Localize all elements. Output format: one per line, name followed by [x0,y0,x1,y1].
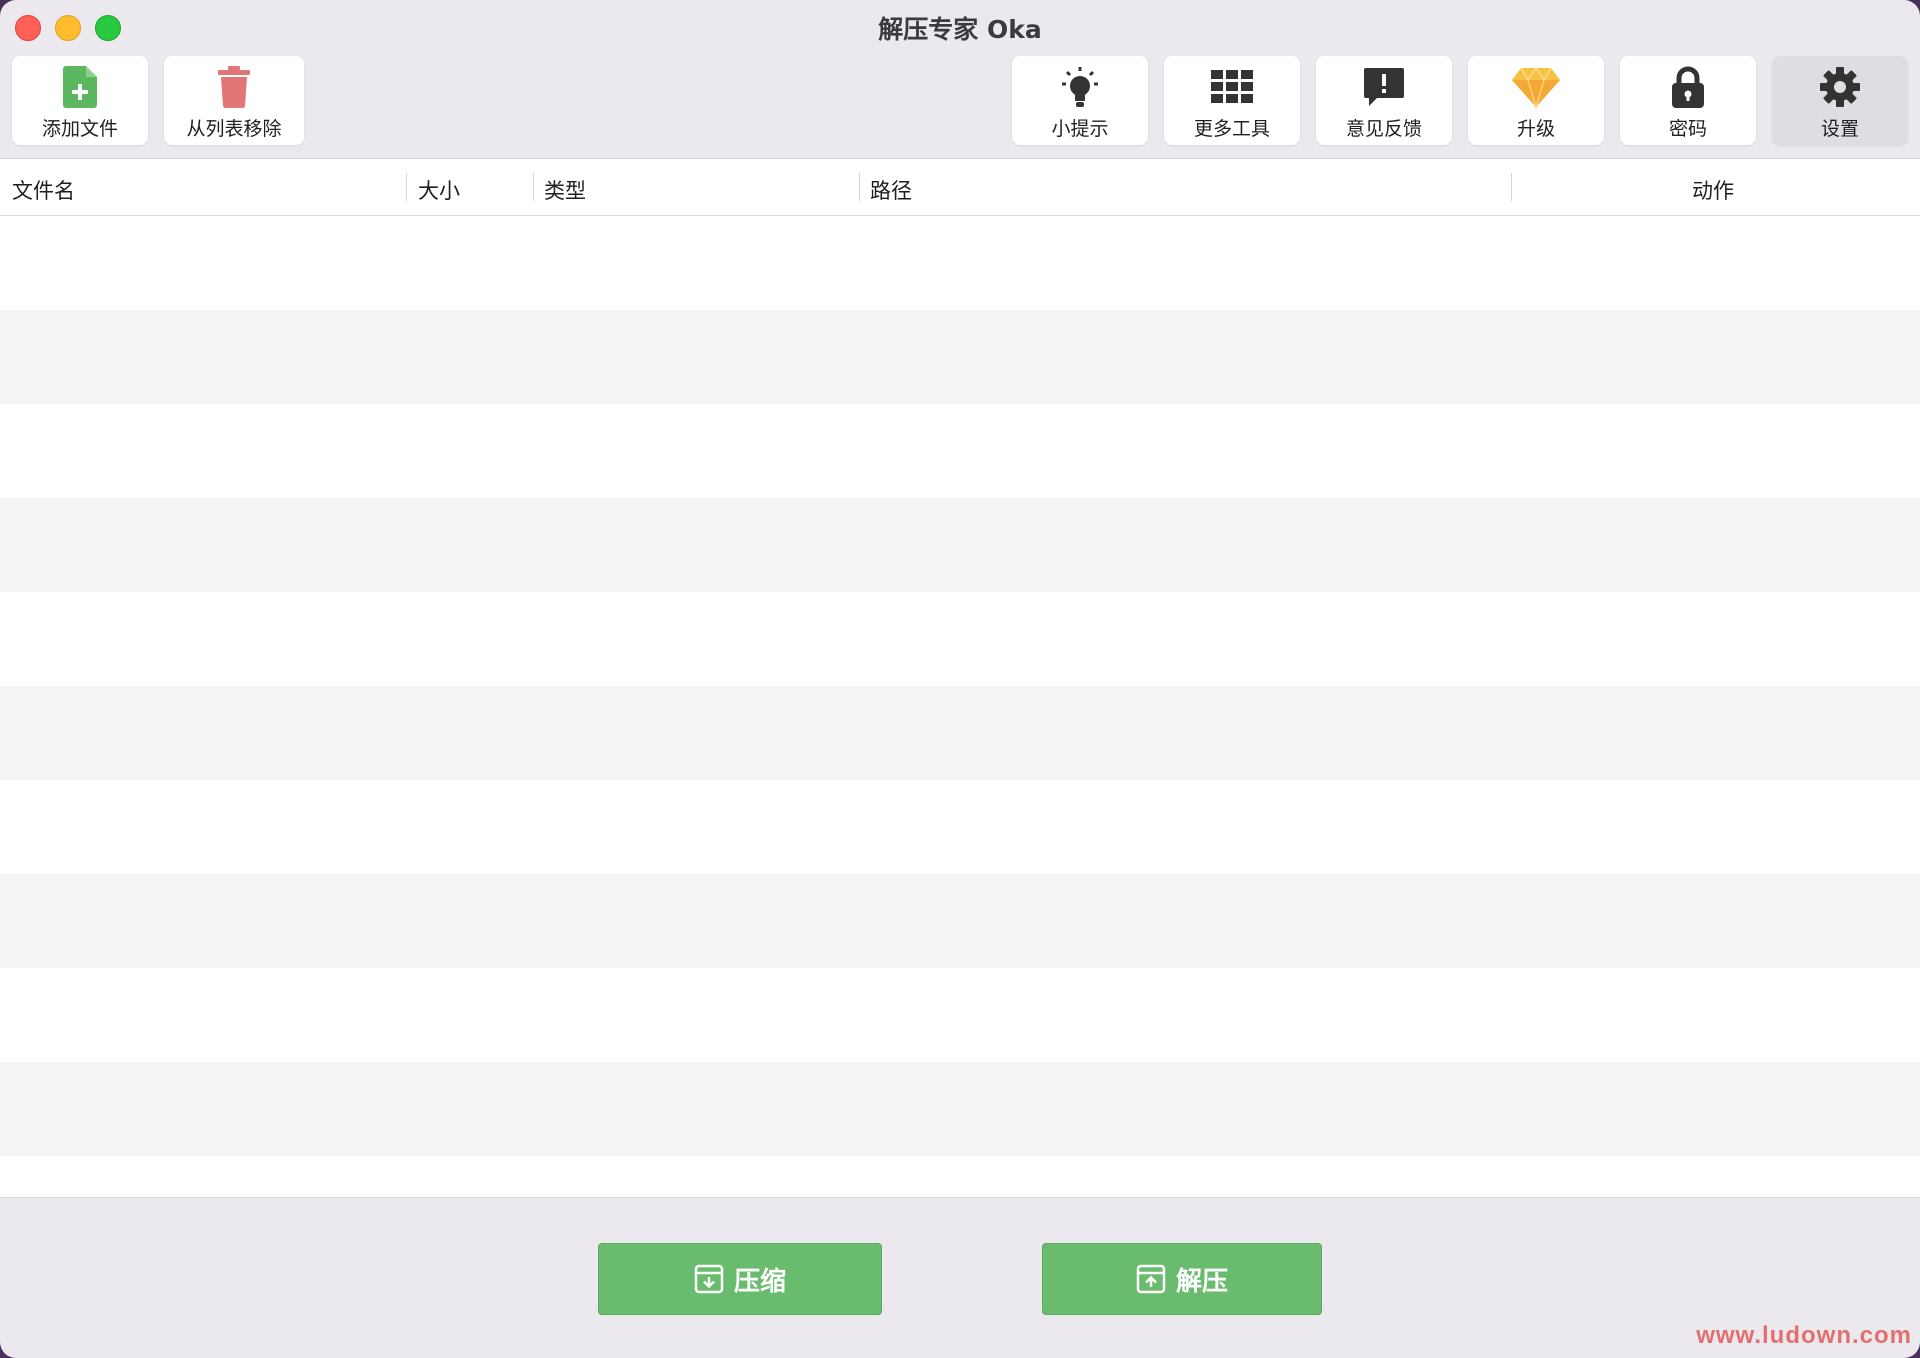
add-file-icon [63,66,97,108]
table-row[interactable] [0,310,1920,404]
column-divider[interactable] [533,173,534,201]
compress-button[interactable]: 压缩 [598,1243,882,1315]
column-header-size[interactable]: 大小 [418,175,460,205]
column-divider[interactable] [859,173,860,201]
settings-label: 设置 [1820,118,1859,140]
feedback-button[interactable]: 意见反馈 [1316,56,1452,145]
compress-label: 压缩 [733,1266,786,1297]
tips-button[interactable]: 小提示 [1012,56,1148,145]
table-row[interactable] [0,1062,1920,1156]
tips-label: 小提示 [1051,118,1109,140]
table-row[interactable] [0,498,1920,592]
gear-icon [1820,67,1860,107]
column-header-action[interactable]: 动作 [1512,175,1914,205]
table-row[interactable] [0,686,1920,780]
column-header-filename[interactable]: 文件名 [12,175,75,205]
table-row[interactable] [0,780,1920,874]
add-file-label: 添加文件 [41,118,118,140]
lightbulb-icon [1062,67,1098,107]
add-file-button[interactable]: 添加文件 [12,56,148,145]
upgrade-label: 升级 [1516,118,1555,140]
table-row[interactable] [0,404,1920,498]
column-header-type[interactable]: 类型 [544,175,586,205]
extract-label: 解压 [1175,1266,1228,1297]
feedback-label: 意见反馈 [1345,118,1422,140]
trash-icon [218,66,250,108]
remove-from-list-button[interactable]: 从列表移除 [164,56,304,145]
password-button[interactable]: 密码 [1620,56,1756,145]
diamond-icon [1512,66,1560,108]
settings-button[interactable]: 设置 [1772,56,1908,145]
grid-icon [1211,70,1253,103]
window-title: 解压专家 Oka [878,15,1042,44]
table-header: 文件名 大小 类型 路径 动作 [0,159,1920,216]
table-row[interactable] [0,216,1920,310]
table-row[interactable] [0,874,1920,968]
column-header-path[interactable]: 路径 [870,175,912,205]
table-row[interactable] [0,592,1920,686]
remove-from-list-label: 从列表移除 [186,118,282,140]
more-tools-button[interactable]: 更多工具 [1164,56,1300,145]
feedback-icon [1364,68,1404,106]
more-tools-label: 更多工具 [1193,118,1270,140]
table-row[interactable] [0,1156,1920,1197]
file-table[interactable]: 文件名 大小 类型 路径 动作 [0,158,1920,1198]
archive-up-icon [1136,1264,1166,1294]
archive-down-icon [694,1264,724,1294]
extract-button[interactable]: 解压 [1042,1243,1322,1315]
upgrade-button[interactable]: 升级 [1468,56,1604,145]
password-label: 密码 [1668,118,1707,140]
watermark: www.ludown.com [1696,1322,1912,1349]
table-row[interactable] [0,968,1920,1062]
column-divider[interactable] [406,173,407,201]
app-window: 解压专家 Oka 添加文件 从列表移除 小提示 更多工具 意见反馈 升级 密码 … [0,0,1920,1358]
lock-icon [1672,66,1704,108]
title-bar: 解压专家 Oka [0,0,1920,52]
